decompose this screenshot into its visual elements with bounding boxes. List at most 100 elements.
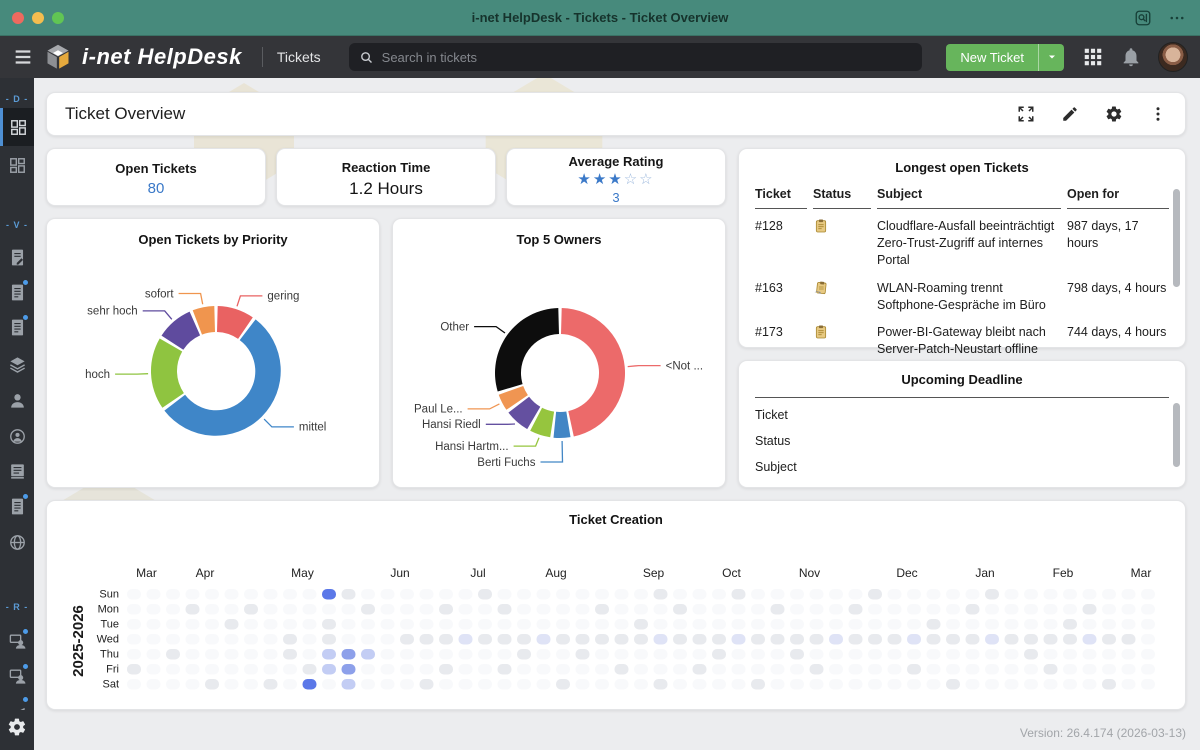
heatmap-cell[interactable] (654, 589, 668, 600)
heatmap-cell[interactable] (966, 604, 980, 615)
sidebar-item-document-11[interactable] (0, 489, 34, 523)
heatmap-cell[interactable] (576, 649, 590, 660)
heatmap-cell[interactable] (868, 589, 882, 600)
heatmap-cell[interactable] (439, 604, 453, 615)
zoom-window-button[interactable] (52, 12, 64, 24)
heatmap-cell[interactable] (673, 604, 687, 615)
ellipsis-icon[interactable] (1168, 9, 1186, 27)
scrollbar-thumb[interactable] (1173, 189, 1180, 287)
heatmap-cell[interactable] (985, 634, 999, 645)
sidebar-settings-button[interactable] (0, 710, 34, 744)
heatmap-cell[interactable] (1122, 634, 1136, 645)
subject-cell[interactable]: Cloudflare-Ausfall beeinträchtigt Zero-T… (877, 209, 1061, 271)
heatmap-cell[interactable] (927, 634, 941, 645)
search-input[interactable] (382, 50, 913, 65)
heatmap-cell[interactable] (244, 604, 258, 615)
heatmap-cell[interactable] (478, 589, 492, 600)
subject-cell[interactable]: WLAN-Roaming trennt Softphone-Gespräche … (877, 271, 1061, 316)
priority-slice-hoch[interactable] (151, 339, 184, 408)
heatmap-cell[interactable] (322, 664, 336, 675)
heatmap-cell[interactable] (322, 649, 336, 660)
heatmap-cell[interactable] (1083, 604, 1097, 615)
heatmap-cell[interactable] (342, 589, 356, 600)
heatmap-cell[interactable] (829, 634, 843, 645)
heatmap-cell[interactable] (615, 634, 629, 645)
heatmap-cell[interactable] (790, 649, 804, 660)
heatmap-cell[interactable] (654, 679, 668, 690)
hamburger-menu-icon[interactable] (12, 46, 34, 68)
heatmap-cell[interactable] (1024, 649, 1038, 660)
heatmap-cell[interactable] (322, 589, 336, 600)
owners-slice-berti-fuchs[interactable] (554, 412, 571, 438)
bell-icon[interactable] (1120, 46, 1142, 68)
heatmap-cell[interactable] (946, 679, 960, 690)
sidebar-item-globe-12[interactable] (0, 525, 34, 559)
owners-slice--not-[interactable] (561, 308, 625, 437)
heatmap-cell[interactable] (849, 634, 863, 645)
tab-search-icon[interactable] (1134, 9, 1152, 27)
new-ticket-button[interactable]: New Ticket (946, 44, 1038, 71)
heatmap-cell[interactable] (771, 634, 785, 645)
heatmap-cell[interactable] (400, 634, 414, 645)
scrollbar-thumb[interactable] (1173, 403, 1180, 467)
sidebar-item-globe-user-9[interactable] (0, 419, 34, 453)
heatmap-cell[interactable] (537, 634, 551, 645)
sidebar-item-user-device-15[interactable] (0, 659, 34, 693)
heatmap-cell[interactable] (556, 679, 570, 690)
sidebar-item-dashboard-1[interactable] (0, 108, 34, 146)
heatmap-cell[interactable] (1044, 634, 1058, 645)
apps-grid-icon[interactable] (1082, 46, 1104, 68)
minimize-window-button[interactable] (32, 12, 44, 24)
heatmap-cell[interactable] (712, 634, 726, 645)
heatmap-cell[interactable] (927, 619, 941, 630)
heatmap-cell[interactable] (751, 634, 765, 645)
heatmap-cell[interactable] (985, 589, 999, 600)
sidebar-item-document-5[interactable] (0, 275, 34, 309)
heatmap-cell[interactable] (966, 634, 980, 645)
heatmap-cell[interactable] (303, 679, 317, 690)
heatmap-cell[interactable] (810, 634, 824, 645)
sidebar-item-layers-7[interactable] (0, 347, 34, 381)
heatmap-cell[interactable] (342, 649, 356, 660)
ticket-id-cell[interactable]: #128 (755, 209, 807, 271)
heatmap-cell[interactable] (790, 634, 804, 645)
heatmap-cell[interactable] (732, 589, 746, 600)
heatmap-cell[interactable] (498, 634, 512, 645)
heatmap-cell[interactable] (517, 634, 531, 645)
sidebar-item-dashboard-2[interactable] (0, 148, 34, 182)
heatmap-cell[interactable] (849, 604, 863, 615)
heatmap-cell[interactable] (498, 604, 512, 615)
heatmap-cell[interactable] (186, 604, 200, 615)
heatmap-cell[interactable] (517, 649, 531, 660)
heatmap-cell[interactable] (634, 619, 648, 630)
heatmap-cell[interactable] (693, 634, 707, 645)
heatmap-cell[interactable] (615, 664, 629, 675)
nav-tickets[interactable]: Tickets (277, 49, 321, 65)
heatmap-cell[interactable] (907, 634, 921, 645)
heatmap-cell[interactable] (654, 634, 668, 645)
heatmap-cell[interactable] (459, 634, 473, 645)
heatmap-cell[interactable] (1063, 634, 1077, 645)
heatmap-cell[interactable] (810, 664, 824, 675)
heatmap-cell[interactable] (342, 679, 356, 690)
close-window-button[interactable] (12, 12, 24, 24)
heatmap-cell[interactable] (264, 679, 278, 690)
heatmap-cell[interactable] (342, 664, 356, 675)
heatmap-cell[interactable] (673, 634, 687, 645)
heatmap-cell[interactable] (907, 664, 921, 675)
sidebar-item-document-6[interactable] (0, 310, 34, 344)
heatmap-cell[interactable] (303, 664, 317, 675)
heatmap-cell[interactable] (751, 679, 765, 690)
dashboard-settings-button[interactable] (1105, 105, 1123, 123)
heatmap-cell[interactable] (420, 679, 434, 690)
heatmap-cell[interactable] (595, 604, 609, 615)
fullscreen-button[interactable] (1017, 105, 1035, 123)
heatmap-cell[interactable] (478, 634, 492, 645)
heatmap-cell[interactable] (946, 634, 960, 645)
more-menu-button[interactable] (1149, 105, 1167, 123)
user-avatar[interactable] (1158, 42, 1188, 72)
heatmap-cell[interactable] (634, 634, 648, 645)
sidebar-item-document-edit-4[interactable] (0, 240, 34, 274)
new-ticket-dropdown-button[interactable] (1038, 44, 1064, 71)
stat-value[interactable]: 80 (148, 180, 165, 197)
